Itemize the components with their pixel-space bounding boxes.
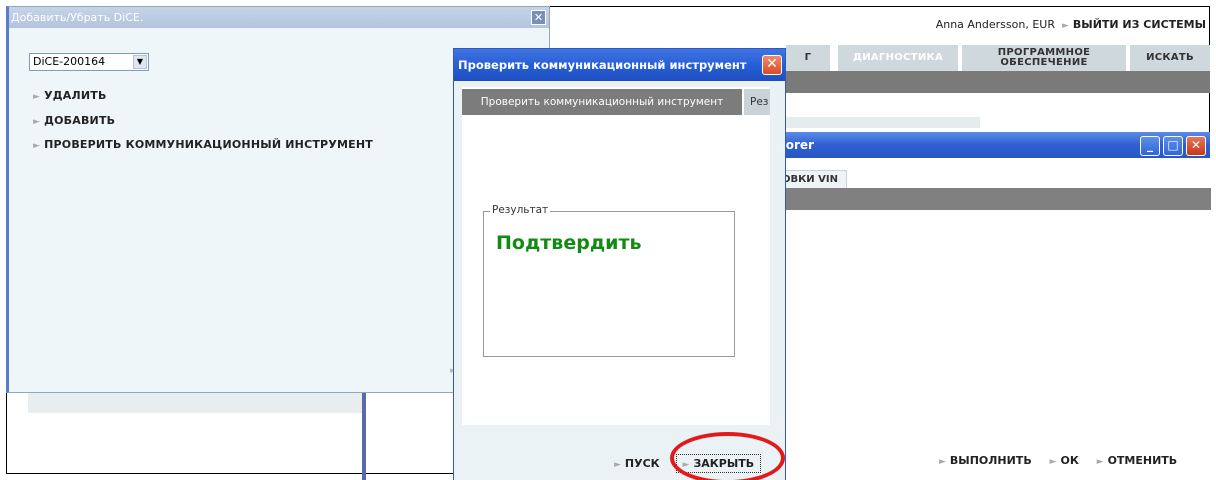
- close-icon[interactable]: ✕: [1186, 136, 1206, 156]
- tab-search[interactable]: ИСКАТЬ: [1130, 45, 1210, 71]
- execute-button[interactable]: ► ВЫПОЛНИТЬ: [939, 454, 1032, 467]
- arrow-icon: ►: [33, 141, 41, 151]
- add-label: ДОБАВИТЬ: [44, 114, 116, 127]
- arrow-icon: ►: [682, 460, 690, 470]
- device-select-value: DiCE-200164: [33, 55, 106, 68]
- minimize-icon[interactable]: _: [1140, 136, 1160, 156]
- subtab-strip: [760, 117, 980, 128]
- result-status: Подтвердить: [496, 232, 642, 254]
- start-button[interactable]: ► ПУСК: [614, 457, 660, 470]
- close-button[interactable]: ► ЗАКРЫТЬ: [675, 454, 762, 473]
- tab-result[interactable]: Рез: [744, 89, 770, 115]
- dialog-body: Проверить коммуникационный инструмент Ре…: [462, 87, 770, 425]
- arrow-icon: ►: [1049, 457, 1057, 467]
- user-bar: Anna Andersson, EUR ► ВЫЙТИ ИЗ СИСТЕМЫ: [936, 18, 1206, 31]
- check-tool-label: ПРОВЕРИТЬ КОММУНИКАЦИОННЫЙ ИНСТРУМЕНТ: [44, 138, 373, 151]
- user-name: Anna Andersson, EUR: [935, 18, 1055, 31]
- maximize-icon[interactable]: □: [1163, 136, 1183, 156]
- remove-label: УДАЛИТЬ: [44, 89, 107, 102]
- execute-label: ВЫПОЛНИТЬ: [949, 454, 1032, 467]
- explorer-window: plorer _ □ ✕ ОВКИ VIN ► ВЫПОЛНИТЬ ► ОК ► ОТ…: [760, 132, 1211, 480]
- arrow-icon: ►: [33, 92, 41, 102]
- add-link[interactable]: ► ДОБАВИТЬ: [33, 114, 115, 127]
- explorer-actions: ► ВЫПОЛНИТЬ ► ОК ► ОТМЕНИТЬ: [939, 454, 1191, 467]
- close-icon[interactable]: ✕: [531, 10, 546, 25]
- tab-check-tool[interactable]: Проверить коммуникационный инструмент: [462, 89, 742, 115]
- result-group: Результат Подтвердить: [483, 204, 735, 357]
- arrow-icon: ►: [614, 460, 621, 470]
- arrow-icon: ►: [1096, 457, 1104, 467]
- cancel-button[interactable]: ► ОТМЕНИТЬ: [1097, 454, 1178, 467]
- arrow-icon: ►: [33, 117, 41, 127]
- dialog-title: Проверить коммуникационный инструмент: [454, 49, 785, 81]
- arrow-icon: ►: [1061, 21, 1069, 31]
- cancel-label: ОТМЕНИТЬ: [1107, 454, 1178, 467]
- tab-partial[interactable]: Г: [786, 45, 830, 71]
- logout-link[interactable]: ВЫЙТИ ИЗ СИСТЕМЫ: [1073, 18, 1206, 31]
- ok-button[interactable]: ► ОК: [1050, 454, 1079, 467]
- ok-label: ОК: [1060, 454, 1079, 467]
- tab-diagnostics-label: ДИАГНОСТИКА: [853, 52, 943, 63]
- dialog-buttons: ► ПУСК ► ЗАКРЫТЬ: [614, 454, 762, 473]
- chevron-down-icon[interactable]: ▼: [133, 55, 147, 69]
- close-icon[interactable]: ✕: [762, 55, 782, 75]
- tab-partial-label: Г: [804, 52, 812, 63]
- start-label: ПУСК: [624, 457, 660, 470]
- check-tool-dialog: Проверить коммуникационный инструмент ✕ …: [453, 48, 786, 480]
- tab-search-label: ИСКАТЬ: [1146, 52, 1194, 63]
- explorer-header-bar: [761, 188, 1211, 210]
- dice-window-title: Добавить/Убрать DiCE.: [9, 7, 549, 28]
- tab-software[interactable]: ПРОГРАММНОЕ ОБЕСПЕЧЕНИЕ: [962, 45, 1126, 71]
- background-panel: [28, 393, 362, 413]
- device-select[interactable]: DiCE-200164 ▼: [29, 53, 149, 71]
- tab-diagnostics[interactable]: ДИАГНОСТИКА: [838, 45, 958, 71]
- result-group-label: Результат: [490, 204, 551, 216]
- remove-link[interactable]: ► УДАЛИТЬ: [33, 89, 107, 102]
- tab-software-label: ПРОГРАММНОЕ ОБЕСПЕЧЕНИЕ: [997, 47, 1091, 68]
- check-tool-link[interactable]: ► ПРОВЕРИТЬ КОММУНИКАЦИОННЫЙ ИНСТРУМЕНТ: [33, 138, 373, 151]
- close-label: ЗАКРЫТЬ: [693, 457, 755, 470]
- arrow-icon: ►: [939, 457, 946, 467]
- background-panel-edge: [362, 393, 366, 480]
